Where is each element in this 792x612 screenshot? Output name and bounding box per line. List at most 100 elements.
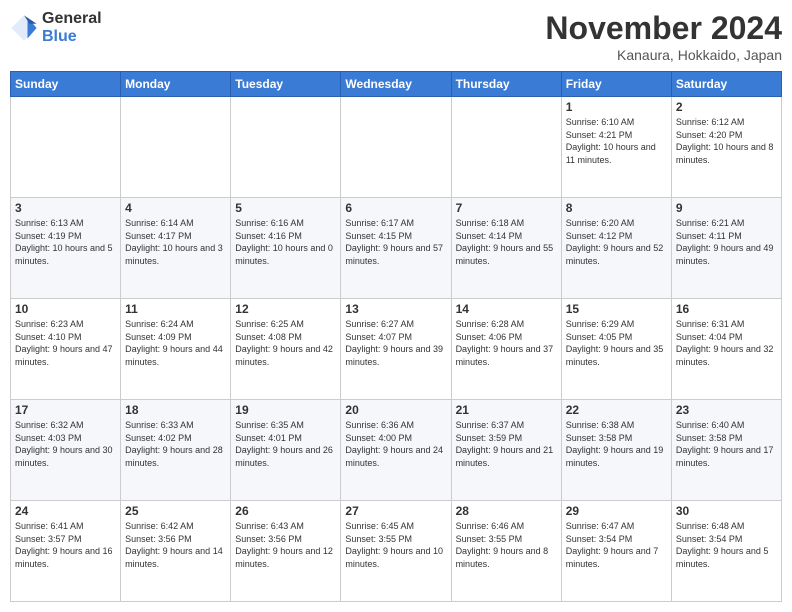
calendar-cell: 22Sunrise: 6:38 AMSunset: 3:58 PMDayligh… — [561, 400, 671, 501]
header-row: Sunday Monday Tuesday Wednesday Thursday… — [11, 72, 782, 97]
calendar-cell: 29 Sunrise: 6:47 AMSunset: 3:54 PMDayligh… — [561, 501, 671, 602]
calendar-table: Sunday Monday Tuesday Wednesday Thursday… — [10, 71, 782, 602]
calendar-week-2: 3 Sunrise: 6:13 AMSunset: 4:19 PMDaylight… — [11, 198, 782, 299]
calendar-cell: 6Sunrise: 6:17 AMSunset: 4:15 PMDaylight… — [341, 198, 451, 299]
calendar-cell: 18 Sunrise: 6:33 AMSunset: 4:02 PMDayligh… — [121, 400, 231, 501]
day-info: Sunrise: 6:45 AMSunset: 3:55 PMDaylight:… — [345, 520, 446, 570]
day-number: 26 — [235, 504, 336, 518]
day-number: 3 — [15, 201, 116, 215]
logo-general-text: General — [42, 10, 102, 28]
day-number: 1 — [566, 100, 667, 114]
day-number: 21 — [456, 403, 557, 417]
day-number: 28 — [456, 504, 557, 518]
day-info: Sunrise: 6:41 AMSunset: 3:57 PMDaylight:… — [15, 520, 116, 570]
calendar-cell: 19 Sunrise: 6:35 AMSunset: 4:01 PMDayligh… — [231, 400, 341, 501]
day-number: 7 — [456, 201, 557, 215]
day-number: 17 — [15, 403, 116, 417]
day-info: Sunrise: 6:14 AMSunset: 4:17 PMDaylight:… — [125, 217, 226, 267]
col-monday: Monday — [121, 72, 231, 97]
day-info: Sunrise: 6:36 AMSunset: 4:00 PMDaylight:… — [345, 419, 446, 469]
col-tuesday: Tuesday — [231, 72, 341, 97]
calendar-cell — [231, 97, 341, 198]
calendar-cell: 20Sunrise: 6:36 AMSunset: 4:00 PMDayligh… — [341, 400, 451, 501]
calendar-cell: 14 Sunrise: 6:28 AMSunset: 4:06 PMDayligh… — [451, 299, 561, 400]
day-number: 30 — [676, 504, 777, 518]
title-section: November 2024 Kanaura, Hokkaido, Japan — [545, 10, 782, 63]
calendar-cell — [451, 97, 561, 198]
day-info: Sunrise: 6:47 AMSunset: 3:54 PMDaylight:… — [566, 520, 667, 570]
calendar-cell: 27 Sunrise: 6:45 AMSunset: 3:55 PMDayligh… — [341, 501, 451, 602]
location: Kanaura, Hokkaido, Japan — [545, 47, 782, 63]
day-number: 12 — [235, 302, 336, 316]
col-friday: Friday — [561, 72, 671, 97]
day-info: Sunrise: 6:28 AMSunset: 4:06 PMDaylight:… — [456, 318, 557, 368]
calendar-cell: 17 Sunrise: 6:32 AMSunset: 4:03 PMDayligh… — [11, 400, 121, 501]
day-number: 13 — [345, 302, 446, 316]
day-number: 23 — [676, 403, 777, 417]
col-wednesday: Wednesday — [341, 72, 451, 97]
day-info: Sunrise: 6:38 AMSunset: 3:58 PMDaylight:… — [566, 419, 667, 469]
logo-icon — [10, 14, 38, 42]
day-number: 19 — [235, 403, 336, 417]
day-info: Sunrise: 6:42 AMSunset: 3:56 PMDaylight:… — [125, 520, 226, 570]
day-number: 9 — [676, 201, 777, 215]
calendar-cell: 5 Sunrise: 6:16 AMSunset: 4:16 PMDaylight… — [231, 198, 341, 299]
logo-blue-text: Blue — [42, 28, 102, 46]
col-thursday: Thursday — [451, 72, 561, 97]
calendar-cell: 15Sunrise: 6:29 AMSunset: 4:05 PMDayligh… — [561, 299, 671, 400]
calendar-cell: 10Sunrise: 6:23 AMSunset: 4:10 PMDayligh… — [11, 299, 121, 400]
day-info: Sunrise: 6:33 AMSunset: 4:02 PMDaylight:… — [125, 419, 226, 469]
calendar-cell: 11Sunrise: 6:24 AMSunset: 4:09 PMDayligh… — [121, 299, 231, 400]
day-number: 8 — [566, 201, 667, 215]
calendar-cell: 25 Sunrise: 6:42 AMSunset: 3:56 PMDayligh… — [121, 501, 231, 602]
calendar-cell: 16 Sunrise: 6:31 AMSunset: 4:04 PMDayligh… — [671, 299, 781, 400]
day-info: Sunrise: 6:24 AMSunset: 4:09 PMDaylight:… — [125, 318, 226, 368]
month-title: November 2024 — [545, 10, 782, 47]
day-number: 27 — [345, 504, 446, 518]
day-number: 24 — [15, 504, 116, 518]
day-number: 25 — [125, 504, 226, 518]
col-saturday: Saturday — [671, 72, 781, 97]
calendar-cell: 13 Sunrise: 6:27 AMSunset: 4:07 PMDayligh… — [341, 299, 451, 400]
header: General Blue November 2024 Kanaura, Hokk… — [10, 10, 782, 63]
day-info: Sunrise: 6:31 AMSunset: 4:04 PMDaylight:… — [676, 318, 777, 368]
day-number: 16 — [676, 302, 777, 316]
calendar-cell: 28Sunrise: 6:46 AMSunset: 3:55 PMDayligh… — [451, 501, 561, 602]
day-number: 2 — [676, 100, 777, 114]
calendar-cell: 1 Sunrise: 6:10 AMSunset: 4:21 PMDaylight… — [561, 97, 671, 198]
calendar-cell: 4Sunrise: 6:14 AMSunset: 4:17 PMDaylight… — [121, 198, 231, 299]
day-info: Sunrise: 6:18 AMSunset: 4:14 PMDaylight:… — [456, 217, 557, 267]
calendar-body: 1 Sunrise: 6:10 AMSunset: 4:21 PMDaylight… — [11, 97, 782, 602]
day-info: Sunrise: 6:43 AMSunset: 3:56 PMDaylight:… — [235, 520, 336, 570]
day-info: Sunrise: 6:48 AMSunset: 3:54 PMDaylight:… — [676, 520, 777, 570]
calendar-cell: 8Sunrise: 6:20 AMSunset: 4:12 PMDaylight… — [561, 198, 671, 299]
day-number: 29 — [566, 504, 667, 518]
day-info: Sunrise: 6:32 AMSunset: 4:03 PMDaylight:… — [15, 419, 116, 469]
day-info: Sunrise: 6:13 AMSunset: 4:19 PMDaylight:… — [15, 217, 116, 267]
day-info: Sunrise: 6:16 AMSunset: 4:16 PMDaylight:… — [235, 217, 336, 267]
calendar-week-4: 17 Sunrise: 6:32 AMSunset: 4:03 PMDayligh… — [11, 400, 782, 501]
day-info: Sunrise: 6:35 AMSunset: 4:01 PMDaylight:… — [235, 419, 336, 469]
calendar-week-3: 10Sunrise: 6:23 AMSunset: 4:10 PMDayligh… — [11, 299, 782, 400]
calendar-cell: 3 Sunrise: 6:13 AMSunset: 4:19 PMDaylight… — [11, 198, 121, 299]
day-number: 5 — [235, 201, 336, 215]
calendar-cell — [11, 97, 121, 198]
day-info: Sunrise: 6:12 AMSunset: 4:20 PMDaylight:… — [676, 116, 777, 166]
calendar-cell: 30 Sunrise: 6:48 AMSunset: 3:54 PMDayligh… — [671, 501, 781, 602]
day-number: 18 — [125, 403, 226, 417]
calendar-cell: 23 Sunrise: 6:40 AMSunset: 3:58 PMDayligh… — [671, 400, 781, 501]
day-number: 6 — [345, 201, 446, 215]
day-number: 14 — [456, 302, 557, 316]
day-info: Sunrise: 6:40 AMSunset: 3:58 PMDaylight:… — [676, 419, 777, 469]
calendar-cell: 2 Sunrise: 6:12 AMSunset: 4:20 PMDaylight… — [671, 97, 781, 198]
calendar-cell — [121, 97, 231, 198]
logo-text: General Blue — [42, 10, 102, 45]
calendar-week-5: 24 Sunrise: 6:41 AMSunset: 3:57 PMDayligh… — [11, 501, 782, 602]
calendar-cell: 24 Sunrise: 6:41 AMSunset: 3:57 PMDayligh… — [11, 501, 121, 602]
day-number: 15 — [566, 302, 667, 316]
calendar-cell — [341, 97, 451, 198]
logo: General Blue — [10, 10, 102, 45]
day-info: Sunrise: 6:10 AMSunset: 4:21 PMDaylight:… — [566, 116, 667, 166]
calendar-cell: 21Sunrise: 6:37 AMSunset: 3:59 PMDayligh… — [451, 400, 561, 501]
day-info: Sunrise: 6:27 AMSunset: 4:07 PMDaylight:… — [345, 318, 446, 368]
